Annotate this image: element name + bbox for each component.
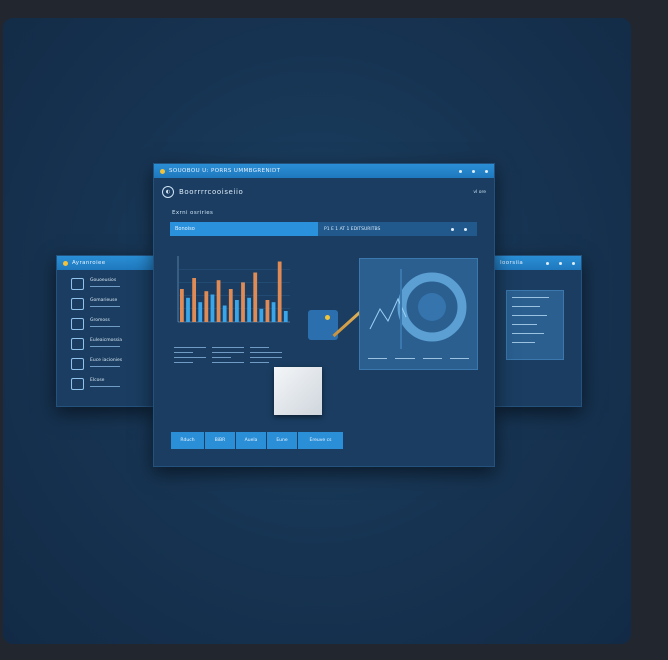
section-bar-right[interactable]: P1 E 1 AT 1 EDITSURITBS bbox=[318, 222, 477, 236]
chart-bar bbox=[283, 311, 288, 322]
bar-chart-svg bbox=[177, 256, 290, 323]
main-header: ◐ Boorrrrcooiseiio vl ore bbox=[154, 178, 494, 198]
chart-bar bbox=[235, 300, 239, 322]
window-controls bbox=[546, 261, 575, 265]
globe-icon bbox=[369, 269, 467, 349]
chart-bar bbox=[180, 289, 184, 322]
chart-bar bbox=[265, 300, 270, 322]
right-window-title: Ioorsiia bbox=[500, 260, 524, 266]
chart-bar bbox=[216, 280, 221, 322]
monitor-icon bbox=[71, 338, 84, 350]
minimize-icon[interactable] bbox=[546, 261, 549, 265]
chart-bar bbox=[222, 305, 227, 322]
section-bar: Bonoiso P1 E 1 AT 1 EDITSURITBS bbox=[170, 222, 477, 236]
sidebar-item[interactable]: Euce iacionies bbox=[57, 358, 155, 370]
pencil-tip-icon bbox=[325, 315, 330, 320]
maximize-icon[interactable] bbox=[559, 261, 562, 265]
sidebar-item-label: Gouoeusios bbox=[90, 278, 117, 283]
person-icon bbox=[71, 378, 84, 390]
sidebar-item[interactable]: Gouoeusios bbox=[57, 278, 155, 290]
close-icon[interactable] bbox=[572, 261, 575, 265]
maximize-icon[interactable] bbox=[472, 169, 475, 173]
right-window: Ioorsiia bbox=[493, 255, 582, 407]
sidebar-item-label: Gomarieuse bbox=[90, 298, 118, 303]
chart-bar bbox=[277, 261, 282, 322]
page-subtitle: Exrni osriries bbox=[172, 210, 214, 216]
grid-icon bbox=[71, 318, 84, 330]
sidebar-item-label: Euleaicmossia bbox=[90, 338, 123, 343]
chart-bar bbox=[228, 289, 233, 322]
right-window-panel bbox=[506, 290, 564, 360]
main-window-titlebar[interactable]: SOUOBOU U: PORRS UMMBGRENIDT bbox=[154, 164, 494, 178]
share-icon bbox=[71, 298, 84, 310]
sidebar-item-subline bbox=[90, 346, 120, 347]
link-icon bbox=[71, 278, 84, 290]
chart-bar bbox=[198, 302, 203, 322]
action-button[interactable]: Ereuve cs bbox=[298, 432, 343, 449]
chart-bar bbox=[204, 291, 209, 322]
chart-caption-columns bbox=[174, 347, 282, 367]
header-right-label[interactable]: vl ore bbox=[473, 190, 486, 195]
action-button[interactable]: BiBR bbox=[205, 432, 235, 449]
right-window-titlebar[interactable]: Ioorsiia bbox=[494, 256, 581, 270]
image-icon bbox=[71, 358, 84, 370]
left-window: Ayranroiee Gouoeusios Gomarieuse Gromoss Eu… bbox=[56, 255, 156, 407]
status-dot-icon bbox=[63, 260, 68, 266]
action-button[interactable]: Rduch bbox=[171, 432, 204, 449]
more-icon[interactable] bbox=[464, 227, 467, 231]
sidebar-item[interactable]: Elcose bbox=[57, 378, 155, 390]
status-dot-icon bbox=[160, 168, 165, 174]
dashboard-icon: ◐ bbox=[162, 186, 174, 198]
main-window-title: SOUOBOU U: PORRS UMMBGRENIDT bbox=[169, 168, 281, 174]
sidebar-item-label: Euce iacionies bbox=[90, 358, 123, 363]
sidebar-item[interactable]: Gomarieuse bbox=[57, 298, 155, 310]
sticky-note[interactable] bbox=[274, 367, 322, 415]
chart-bar bbox=[241, 282, 245, 322]
main-window: SOUOBOU U: PORRS UMMBGRENIDT ◐ Boorrrrco… bbox=[153, 163, 495, 467]
sidebar-item[interactable]: Euleaicmossia bbox=[57, 338, 155, 350]
minimize-icon[interactable] bbox=[459, 169, 462, 173]
window-controls bbox=[459, 169, 488, 173]
sidebar-item-subline bbox=[90, 326, 120, 327]
sidebar-item-label: Elcose bbox=[90, 378, 105, 383]
action-button-row: Rduch BiBR Auela Eune Ereuve cs bbox=[171, 432, 344, 449]
world-map-panel bbox=[359, 258, 478, 370]
page-title: Boorrrrcooiseiio bbox=[179, 188, 244, 196]
section-bar-left[interactable]: Bonoiso bbox=[170, 222, 318, 236]
chart-bar bbox=[247, 297, 252, 322]
left-window-list: Gouoeusios Gomarieuse Gromoss Euleaicmossia… bbox=[57, 278, 155, 390]
close-icon[interactable] bbox=[485, 169, 488, 173]
chart-bar bbox=[259, 308, 264, 322]
sidebar-item-subline bbox=[90, 286, 120, 287]
sidebar-item-subline bbox=[90, 366, 120, 367]
sidebar-item-subline bbox=[90, 306, 120, 307]
section-bar-right-label: P1 E 1 AT 1 EDITSURITBS bbox=[324, 226, 381, 232]
bar-chart bbox=[172, 252, 290, 332]
action-button[interactable]: Auela bbox=[236, 432, 266, 449]
left-window-title: Ayranroiee bbox=[72, 260, 106, 266]
settings-icon[interactable] bbox=[451, 227, 454, 231]
action-button[interactable]: Eune bbox=[267, 432, 297, 449]
chart-bar bbox=[210, 294, 215, 322]
sidebar-item-subline bbox=[90, 386, 120, 387]
sidebar-item[interactable]: Gromoss bbox=[57, 318, 155, 330]
sidebar-item-label: Gromoss bbox=[90, 318, 110, 323]
chart-bar bbox=[253, 272, 258, 322]
chart-bar bbox=[192, 278, 197, 322]
canvas-background: Ayranroiee Gouoeusios Gomarieuse Gromoss Eu… bbox=[3, 18, 631, 644]
section-controls bbox=[451, 227, 467, 231]
chart-bar bbox=[186, 297, 190, 322]
chart-bar bbox=[271, 302, 276, 322]
left-window-titlebar[interactable]: Ayranroiee bbox=[57, 256, 155, 270]
